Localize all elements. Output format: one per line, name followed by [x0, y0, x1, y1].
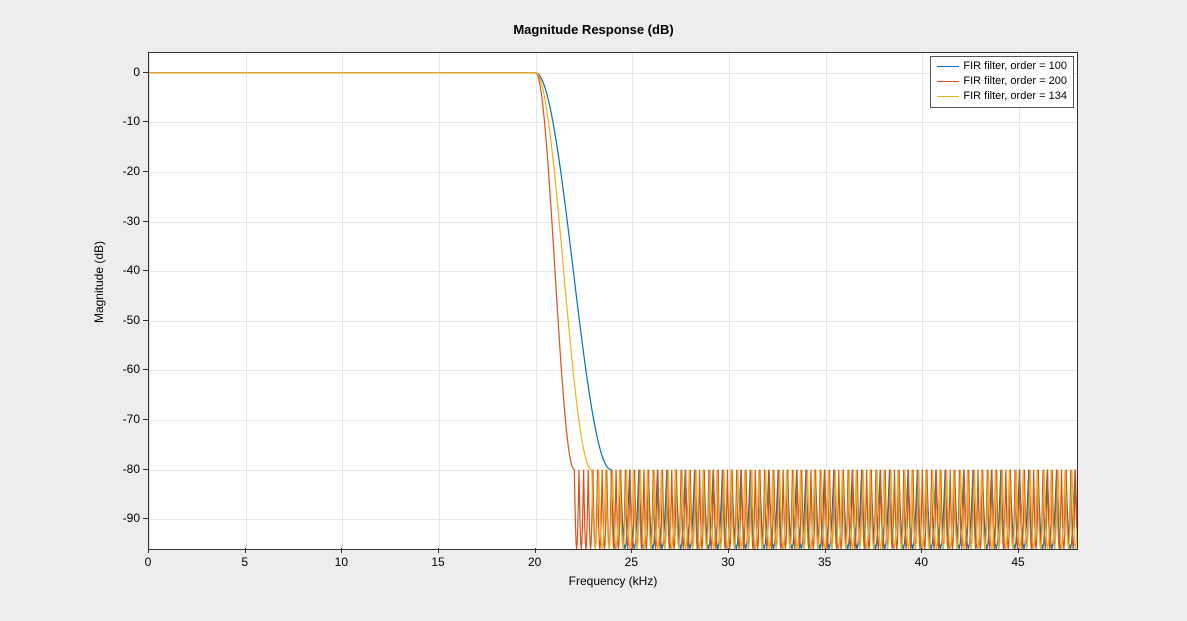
y-tick-label: -20: [118, 164, 140, 178]
legend-label-3: FIR filter, order = 134: [963, 89, 1067, 104]
x-tick-label: 35: [818, 555, 831, 569]
x-tick: [1018, 548, 1019, 553]
y-tick-label: -60: [118, 362, 140, 376]
x-tick-label: 5: [241, 555, 248, 569]
x-tick-label: 20: [528, 555, 541, 569]
y-tick: [143, 369, 148, 370]
x-tick: [631, 548, 632, 553]
x-tick-label: 15: [431, 555, 444, 569]
x-tick: [148, 548, 149, 553]
legend-label-2: FIR filter, order = 200: [963, 74, 1067, 89]
y-tick-label: -80: [118, 462, 140, 476]
chart-title: Magnitude Response (dB): [20, 22, 1167, 37]
legend-swatch-1: [937, 66, 959, 67]
y-tick-label: -50: [118, 313, 140, 327]
legend-swatch-2: [937, 81, 959, 82]
figure: Magnitude Response (dB) FIR filter, orde…: [20, 12, 1167, 609]
y-tick-label: -30: [118, 214, 140, 228]
x-tick: [438, 548, 439, 553]
x-tick: [245, 548, 246, 553]
y-tick: [143, 419, 148, 420]
x-tick: [921, 548, 922, 553]
y-tick: [143, 469, 148, 470]
plot-area: FIR filter, order = 100 FIR filter, orde…: [148, 52, 1078, 550]
y-axis-title: Magnitude (dB): [92, 182, 106, 382]
x-tick-label: 30: [721, 555, 734, 569]
legend: FIR filter, order = 100 FIR filter, orde…: [930, 56, 1074, 108]
x-tick: [728, 548, 729, 553]
x-tick: [535, 548, 536, 553]
x-tick-label: 25: [625, 555, 638, 569]
y-tick-label: -90: [118, 511, 140, 525]
y-tick: [143, 270, 148, 271]
y-tick: [143, 518, 148, 519]
x-tick-label: 10: [335, 555, 348, 569]
series-line: [149, 73, 1077, 549]
x-tick-label: 45: [1011, 555, 1024, 569]
legend-entry-3: FIR filter, order = 134: [937, 89, 1067, 104]
y-tick-label: -10: [118, 114, 140, 128]
y-tick: [143, 121, 148, 122]
legend-swatch-3: [937, 96, 959, 97]
y-tick: [143, 72, 148, 73]
x-axis-title: Frequency (kHz): [148, 574, 1078, 588]
legend-entry-2: FIR filter, order = 200: [937, 74, 1067, 89]
y-tick-label: -40: [118, 263, 140, 277]
y-tick: [143, 221, 148, 222]
x-tick: [341, 548, 342, 553]
y-tick-label: -70: [118, 412, 140, 426]
y-tick: [143, 171, 148, 172]
x-tick-label: 0: [145, 555, 152, 569]
y-tick-label: 0: [118, 65, 140, 79]
legend-entry-1: FIR filter, order = 100: [937, 59, 1067, 74]
y-tick: [143, 320, 148, 321]
data-svg: [149, 53, 1077, 549]
legend-label-1: FIR filter, order = 100: [963, 59, 1067, 74]
x-tick: [825, 548, 826, 553]
x-tick-label: 40: [915, 555, 928, 569]
